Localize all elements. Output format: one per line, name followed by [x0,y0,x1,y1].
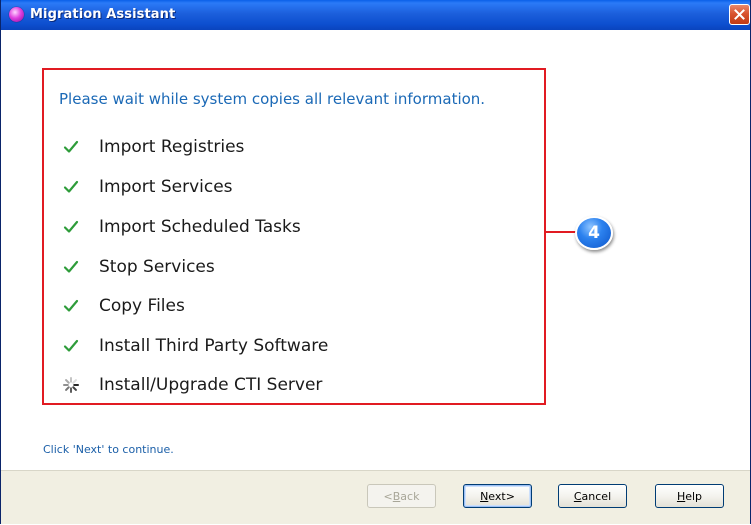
next-button[interactable]: Next > [463,484,532,508]
task-item: Import Registries [61,136,244,158]
back-button-label: ack [400,489,420,503]
close-button[interactable] [729,4,750,25]
callout-badge: 4 [575,216,613,250]
check-icon [61,257,81,277]
task-item: Stop Services [61,256,215,278]
cancel-button-label: ancel [581,489,612,503]
help-button[interactable]: Help [655,484,724,508]
task-label: Copy Files [99,296,185,316]
task-item: Import Scheduled Tasks [61,216,301,238]
next-button-accel: N [480,489,489,503]
instruction-text: Please wait while system copies all rele… [59,90,486,108]
check-icon [61,137,81,157]
cancel-button-accel: C [573,489,582,503]
spinner-icon [61,375,81,395]
button-bar: < Back Next > Cancel Help [1,470,750,524]
task-label: Install Third Party Software [99,336,329,356]
task-label: Import Registries [99,137,245,157]
back-button-accel: B [392,489,401,503]
window-title: Migration Assistant [30,7,176,22]
check-icon [61,296,81,316]
next-button-suffix: > [505,489,515,503]
task-item: Copy Files [61,295,185,317]
migration-assistant-window: Migration Assistant Please wait while sy… [0,0,751,524]
task-label: Import Services [99,177,233,197]
title-bar[interactable]: Migration Assistant [1,0,750,30]
check-icon [61,177,81,197]
close-icon [734,9,745,20]
back-button-prefix: < [383,489,393,503]
back-button[interactable]: < Back [367,484,436,508]
check-icon [61,217,81,237]
task-item: Install/Upgrade CTI Server [61,374,322,396]
task-item: Install Third Party Software [61,335,328,357]
help-button-accel: H [676,489,686,503]
task-label: Install/Upgrade CTI Server [99,375,323,395]
app-icon [9,7,24,22]
check-icon [61,336,81,356]
cancel-button[interactable]: Cancel [558,484,627,508]
task-label: Import Scheduled Tasks [99,217,301,237]
task-item: Import Services [61,176,233,198]
footer-hint: Click 'Next' to continue. [43,443,174,456]
next-button-label: ext [488,489,506,503]
help-button-label: elp [685,489,703,503]
callout-connector [546,231,576,233]
task-label: Stop Services [99,257,215,277]
